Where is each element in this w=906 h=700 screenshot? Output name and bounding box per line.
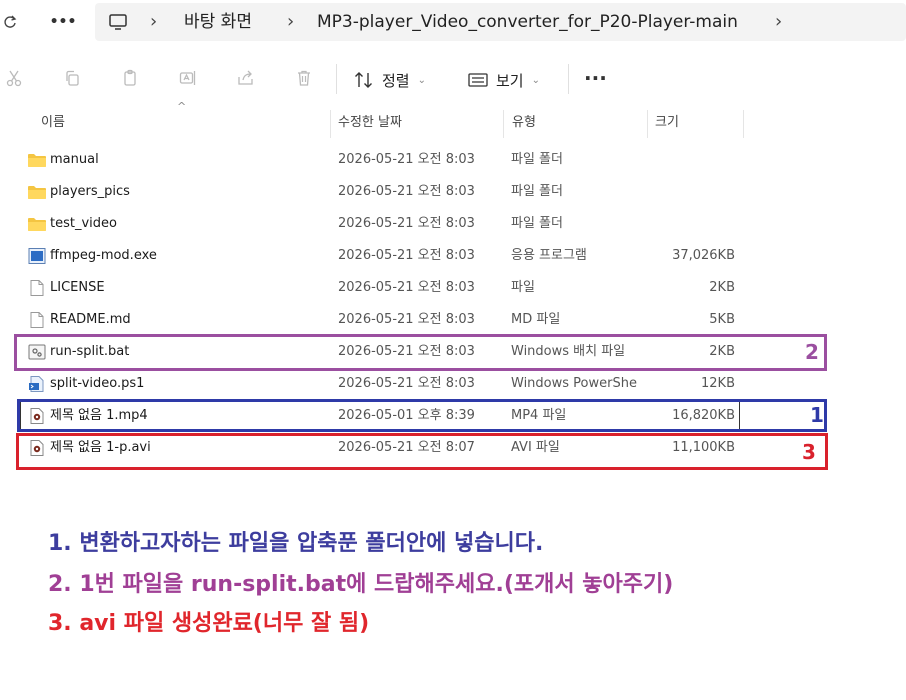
view-list-icon (468, 73, 488, 87)
chevron-down-icon: ⌄ (417, 74, 426, 86)
highlight-number-3: 3 (802, 440, 816, 464)
view-label: 보기 (496, 71, 524, 90)
column-divider[interactable] (330, 110, 331, 138)
file-type: 파일 폴더 (511, 184, 563, 199)
breadcrumb-chevron-icon[interactable]: › (775, 3, 782, 41)
column-type[interactable]: 유형 (512, 108, 536, 138)
column-divider[interactable] (503, 110, 504, 138)
instruction-step-3: 3. avi 파일 생성완료(너무 잘 됨) (48, 611, 370, 636)
breadcrumb-chevron-icon[interactable]: › (150, 3, 157, 41)
folder-icon (28, 152, 46, 168)
file-size: 2KB (709, 280, 735, 295)
highlight-number-2: 2 (805, 340, 819, 364)
breadcrumb[interactable]: › 바탕 화면 › MP3-player_Video_converter_for… (95, 3, 906, 41)
file-date: 2026-05-21 오전 8:03 (338, 248, 475, 263)
breadcrumb-chevron-icon[interactable]: › (287, 3, 294, 41)
address-bar: ••• › 바탕 화면 › MP3-player_Video_converter… (0, 0, 906, 44)
breadcrumb-item-desktop[interactable]: 바탕 화면 (184, 3, 252, 41)
file-name: test_video (50, 216, 117, 231)
file-type: Windows PowerShell (511, 376, 637, 391)
file-date: 2026-05-21 오전 8:03 (338, 184, 475, 199)
sort-button[interactable]: 정렬 ⌄ (354, 66, 426, 94)
sort-label: 정렬 (382, 71, 410, 90)
share-icon[interactable] (232, 64, 260, 92)
file-row[interactable]: players_pics 2026-05-21 오전 8:03 파일 폴더 (20, 176, 740, 208)
highlight-number-1: 1 (810, 403, 824, 427)
file-date: 2026-05-21 오전 8:03 (338, 152, 475, 167)
paste-icon[interactable] (116, 64, 144, 92)
file-row[interactable]: LICENSE 2026-05-21 오전 8:03 파일 2KB (20, 272, 740, 304)
copy-icon[interactable] (58, 64, 86, 92)
refresh-icon[interactable] (0, 10, 20, 34)
file-type: 파일 폴더 (511, 152, 563, 167)
file-name: LICENSE (50, 280, 105, 295)
column-date[interactable]: 수정한 날짜 (338, 108, 402, 138)
file-row[interactable]: manual 2026-05-21 오전 8:03 파일 폴더 (20, 144, 740, 176)
column-divider[interactable] (743, 110, 744, 138)
file-date: 2026-05-21 오전 8:03 (338, 280, 475, 295)
cut-icon[interactable] (0, 64, 28, 92)
more-locations-button[interactable]: ••• (45, 8, 81, 36)
ps1-icon (28, 376, 46, 392)
delete-icon[interactable] (290, 64, 318, 92)
column-size[interactable]: 크기 (655, 108, 679, 138)
file-date: 2026-05-21 오전 8:03 (338, 312, 475, 327)
file-date: 2026-05-21 오전 8:03 (338, 216, 475, 231)
file-row[interactable]: README.md 2026-05-21 오전 8:03 MD 파일 5KB (20, 304, 740, 336)
file-name: split-video.ps1 (50, 376, 145, 391)
chevron-down-icon: ⌄ (531, 74, 540, 86)
file-icon (28, 280, 46, 296)
file-name: manual (50, 152, 99, 167)
instruction-step-1: 1. 변환하고자하는 파일을 압축푼 폴더안에 넣습니다. (48, 531, 544, 556)
folder-icon (28, 216, 46, 232)
file-row[interactable]: split-video.ps1 2026-05-21 오전 8:03 Windo… (20, 368, 740, 400)
view-button[interactable]: 보기 ⌄ (468, 66, 540, 94)
file-size: 12KB (701, 376, 735, 391)
folder-icon (28, 184, 46, 200)
file-size: 37,026KB (672, 248, 735, 263)
instruction-step-2: 2. 1번 파일을 run-split.bat에 드랍해주세요.(포개서 놓아주… (48, 572, 674, 597)
file-name: README.md (50, 312, 131, 327)
column-header: ^ 이름 수정한 날짜 유형 크기 (0, 100, 906, 138)
file-name: players_pics (50, 184, 130, 199)
file-date: 2026-05-21 오전 8:03 (338, 376, 475, 391)
file-type: MD 파일 (511, 312, 561, 327)
file-name: ffmpeg-mod.exe (50, 248, 157, 263)
sort-icon (354, 71, 374, 89)
column-name[interactable]: 이름 (41, 108, 65, 138)
more-options-button[interactable]: ··· (584, 66, 607, 94)
file-type: 파일 (511, 280, 535, 295)
rename-icon[interactable] (174, 64, 202, 92)
file-row[interactable]: test_video 2026-05-21 오전 8:03 파일 폴더 (20, 208, 740, 240)
file-size: 5KB (709, 312, 735, 327)
computer-icon[interactable] (107, 12, 129, 32)
command-bar: 정렬 ⌄ 보기 ⌄ ··· (0, 52, 906, 108)
file-icon (28, 312, 46, 328)
toolbar-divider (568, 64, 569, 94)
file-row[interactable]: ffmpeg-mod.exe 2026-05-21 오전 8:03 응용 프로그… (20, 240, 740, 272)
highlight-box-step-3 (16, 433, 828, 470)
column-divider[interactable] (647, 110, 648, 138)
sort-up-indicator-icon: ^ (177, 100, 187, 113)
breadcrumb-item-current-folder[interactable]: MP3-player_Video_converter_for_P20-Playe… (317, 3, 738, 41)
toolbar-divider (336, 64, 337, 94)
highlight-box-step-2 (14, 334, 827, 371)
file-type: 응용 프로그램 (511, 248, 587, 263)
file-type: 파일 폴더 (511, 216, 563, 231)
exe-icon (28, 248, 46, 264)
highlight-box-step-1 (17, 399, 827, 432)
